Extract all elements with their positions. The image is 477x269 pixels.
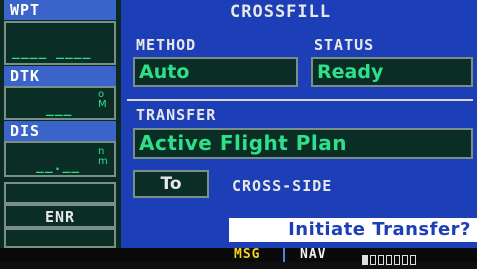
- wpt-field: ____ ____: [4, 21, 116, 65]
- method-value: Auto: [139, 61, 190, 83]
- dtk-unit: o M: [98, 89, 107, 110]
- status-field: Ready: [311, 57, 473, 87]
- mode-annunciator: ENR: [4, 204, 116, 228]
- page-title: CROSSFILL: [230, 2, 332, 22]
- page-indicator-segment: [394, 255, 400, 265]
- direction-value: To: [160, 174, 182, 194]
- mode-label: ENR: [44, 208, 76, 226]
- status-value: Ready: [317, 61, 384, 83]
- method-label: METHOD: [136, 36, 197, 54]
- status-label: STATUS: [314, 36, 375, 54]
- page-indicator-segment: [402, 255, 408, 265]
- dis-value: __.__: [36, 159, 81, 174]
- page-indicator: [362, 250, 418, 265]
- nav-mode: NAV: [300, 247, 327, 262]
- initiate-transfer-prompt[interactable]: Initiate Transfer?: [229, 218, 477, 242]
- transfer-label: TRANSFER: [136, 106, 217, 124]
- blank-field-lower: [4, 228, 116, 248]
- dtk-label: DTK: [4, 66, 116, 86]
- direction-target: CROSS-SIDE: [232, 177, 333, 195]
- page-indicator-segment: [362, 255, 368, 265]
- page-indicator-segment: [370, 255, 376, 265]
- dis-label: DIS: [4, 121, 116, 141]
- dtk-field: ___ o M: [4, 86, 116, 120]
- page-indicator-segment: [410, 255, 416, 265]
- method-field[interactable]: Auto: [133, 57, 298, 87]
- wpt-value: ____ ____: [12, 45, 92, 60]
- page-indicator-segment: [378, 255, 384, 265]
- blank-field: [4, 182, 116, 204]
- divider: [127, 99, 473, 101]
- msg-annunciator[interactable]: MSG: [234, 248, 260, 262]
- dis-unit: n m: [98, 146, 108, 167]
- dtk-value: ___: [46, 102, 73, 117]
- direction-field[interactable]: To: [133, 170, 209, 198]
- transfer-value: Active Flight Plan: [139, 131, 348, 155]
- transfer-field[interactable]: Active Flight Plan: [133, 128, 473, 159]
- status-divider: [283, 248, 285, 262]
- wpt-label: WPT: [4, 0, 116, 20]
- page-indicator-segment: [386, 255, 392, 265]
- dis-field: __.__ n m: [4, 141, 116, 177]
